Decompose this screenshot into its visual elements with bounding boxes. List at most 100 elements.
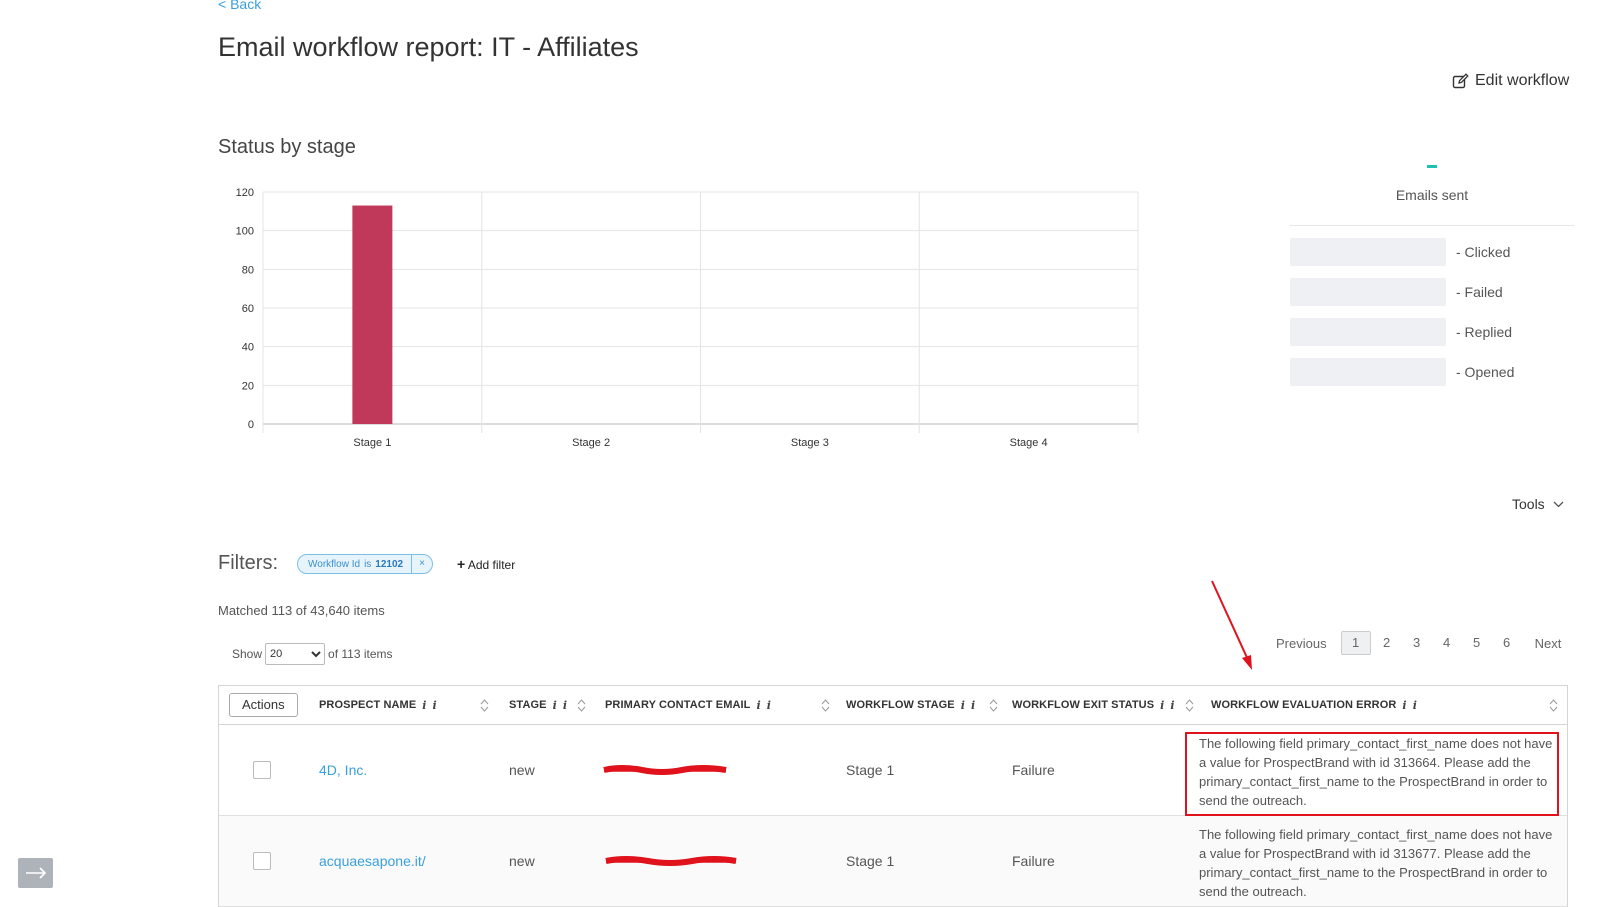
matched-count: Matched 113 of 43,640 items (218, 603, 385, 618)
sort-icon[interactable] (821, 686, 830, 724)
y-tick-label: 60 (242, 303, 254, 315)
sort-icon[interactable] (1549, 686, 1558, 724)
y-tick-label: 80 (242, 264, 254, 276)
info-icon[interactable]: i (1170, 699, 1174, 712)
sort-icon[interactable] (1185, 686, 1194, 724)
info-icon[interactable]: i (563, 699, 567, 712)
page-link-5[interactable]: 5 (1463, 632, 1491, 654)
emails-sent-label: Emails sent (1395, 187, 1469, 203)
tools-label: Tools (1512, 496, 1545, 512)
edit-workflow-button[interactable]: Edit workflow (1452, 72, 1569, 90)
sort-icon[interactable] (480, 686, 489, 724)
row-checkbox[interactable] (253, 852, 271, 870)
arrow-right-icon (25, 867, 46, 879)
y-tick-label: 120 (236, 187, 254, 199)
stage-cell: new (509, 762, 535, 778)
prospects-table: Actions PROSPECT NAME i i STAGE i i PRIM… (218, 685, 1568, 907)
chevron-down-icon (1553, 501, 1564, 507)
filter-chip-workflow-id[interactable]: Workflow Id is 12102 × (297, 554, 433, 574)
evaluation-error-cell: The following field primary_contact_firs… (1199, 827, 1553, 899)
filter-chip-operator: is (364, 558, 372, 570)
bar (352, 205, 393, 424)
workflow-stage-cell: Stage 1 (846, 762, 895, 778)
column-title: WORKFLOW EXIT STATUS (1012, 699, 1155, 711)
row-checkbox[interactable] (253, 761, 271, 779)
column-header-stage[interactable]: STAGE i i (509, 686, 567, 724)
edit-icon (1452, 72, 1469, 88)
filter-chip-field: Workflow Id (308, 558, 361, 570)
prospect-name-link[interactable]: 4D, Inc. (319, 762, 367, 778)
previous-page-link[interactable]: Previous (1276, 636, 1327, 651)
exit-status-cell: Failure (1012, 853, 1055, 869)
redacted-email (605, 856, 737, 866)
stat-row-failed: - Failed (1290, 278, 1574, 306)
prospect-name-link[interactable]: acquaesapone.it/ (319, 853, 426, 869)
exit-status-cell: Failure (1012, 762, 1055, 778)
status-by-stage-title: Status by stage (218, 136, 356, 158)
column-title: PROSPECT NAME (319, 699, 417, 711)
info-icon[interactable]: i (1402, 699, 1406, 712)
info-icon[interactable]: i (961, 699, 965, 712)
stat-row-replied: - Replied (1290, 318, 1574, 346)
stat-label: - Opened (1456, 364, 1515, 380)
stat-bar (1290, 278, 1446, 306)
column-header-workflow-stage[interactable]: WORKFLOW STAGE i i (846, 686, 975, 724)
page-size-select[interactable]: 20 (265, 643, 326, 665)
pagination: Previous 1 2 3 4 5 6 Next (1276, 631, 1561, 655)
column-header-workflow-exit-status[interactable]: WORKFLOW EXIT STATUS i i (1012, 686, 1175, 724)
info-icon[interactable]: i (971, 699, 975, 712)
back-link[interactable]: < Back (218, 0, 261, 12)
y-tick-label: 100 (236, 226, 254, 238)
workflow-stage-cell: Stage 1 (846, 853, 895, 869)
page-link-2[interactable]: 2 (1373, 632, 1401, 654)
column-header-primary-contact-email[interactable]: PRIMARY CONTACT EMAIL i i (605, 686, 771, 724)
stat-row-clicked: - Clicked (1290, 238, 1574, 266)
status-by-stage-chart: 0 20 40 60 80 100 120 Stage 1 Stage 2 Stage 3 Stag… (236, 187, 1139, 449)
info-icon[interactable]: i (422, 699, 426, 712)
sort-icon[interactable] (989, 686, 998, 724)
column-title: WORKFLOW STAGE (846, 699, 955, 711)
remove-filter-icon[interactable]: × (411, 555, 432, 573)
stage-cell: new (509, 853, 535, 869)
info-icon[interactable]: i (1413, 699, 1417, 712)
column-header-prospect-name[interactable]: PROSPECT NAME i i (319, 686, 437, 724)
page-link-6[interactable]: 6 (1493, 632, 1521, 654)
page-link-4[interactable]: 4 (1433, 632, 1461, 654)
column-title: PRIMARY CONTACT EMAIL (605, 699, 751, 711)
actions-button[interactable]: Actions (229, 693, 298, 717)
y-tick-label: 0 (248, 419, 254, 431)
info-icon[interactable]: i (757, 699, 761, 712)
info-icon[interactable]: i (767, 699, 771, 712)
stat-label: - Replied (1456, 324, 1513, 340)
x-tick-label: Stage 4 (1010, 437, 1048, 449)
emails-sent-indicator (1427, 165, 1437, 168)
expand-sidebar-button[interactable] (18, 858, 53, 888)
page-link-1[interactable]: 1 (1340, 631, 1371, 655)
x-tick-label: Stage 3 (791, 437, 829, 449)
x-tick-label: Stage 1 (353, 437, 391, 449)
stat-label: - Clicked (1456, 244, 1511, 260)
highlight-box (1185, 732, 1559, 816)
show-label: Show (232, 647, 263, 661)
stat-row-opened: - Opened (1290, 358, 1574, 386)
info-icon[interactable]: i (553, 699, 557, 712)
add-filter-label: Add filter (467, 558, 516, 572)
filter-chip-value: 12102 (375, 558, 404, 570)
info-icon[interactable]: i (433, 699, 437, 712)
show-suffix: of 113 items (328, 647, 393, 661)
page-link-3[interactable]: 3 (1403, 632, 1431, 654)
column-title: STAGE (509, 699, 547, 711)
filters-label: Filters: (218, 552, 278, 574)
table-row[interactable]: acquaesapone.it/ new Stage 1 Failure The… (219, 816, 1567, 907)
column-header-workflow-evaluation-error[interactable]: WORKFLOW EVALUATION ERROR i i (1211, 686, 1417, 724)
info-icon[interactable]: i (1160, 699, 1164, 712)
tools-dropdown[interactable]: Tools (1512, 496, 1564, 512)
sort-icon[interactable] (577, 686, 586, 724)
next-page-link[interactable]: Next (1535, 636, 1562, 651)
table-row[interactable]: 4D, Inc. new Stage 1 Failure The followi… (219, 725, 1567, 816)
plus-icon: + (457, 556, 466, 572)
annotation-arrow-icon (1211, 580, 1252, 670)
stat-bar (1290, 358, 1446, 386)
stat-label: - Failed (1456, 284, 1503, 300)
add-filter-button[interactable]: + Add filter (457, 556, 515, 572)
